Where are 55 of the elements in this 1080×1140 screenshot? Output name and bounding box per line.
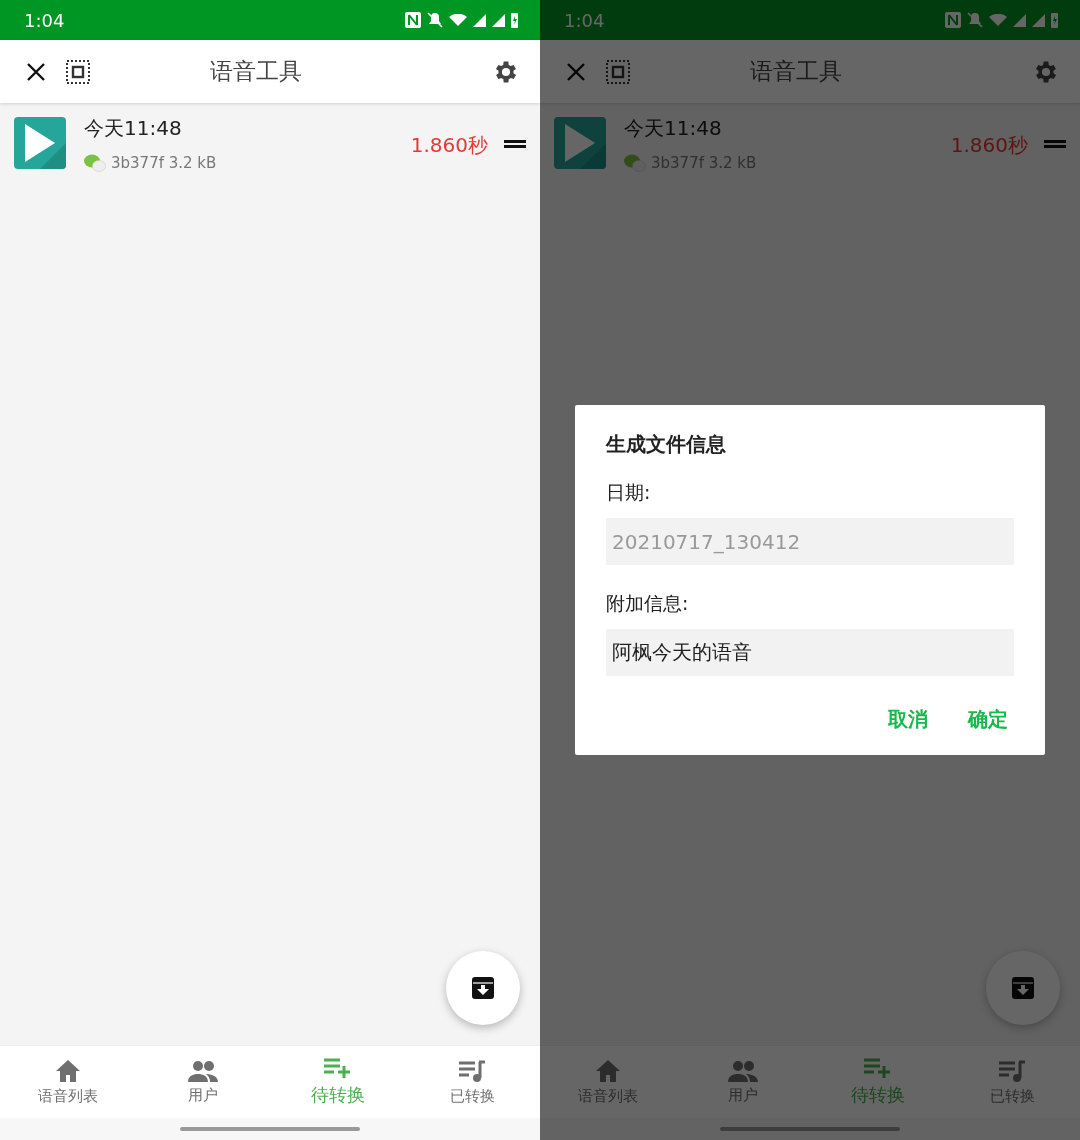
nav-tab[interactable]: 语音列表: [540, 1046, 675, 1118]
playlist-add-icon: [323, 1057, 352, 1079]
drag-handle-icon[interactable]: [1044, 139, 1066, 149]
archive-icon: [471, 976, 495, 1000]
nav-tab[interactable]: 语音列表: [0, 1046, 135, 1118]
app-title: 语音工具: [209, 57, 303, 86]
nav-tab[interactable]: 待转换: [270, 1046, 405, 1118]
nav-tab[interactable]: 用户: [135, 1046, 270, 1118]
battery-icon: [511, 12, 518, 28]
dialog-button[interactable]: 确定: [968, 706, 1008, 733]
duration: 1.860秒: [410, 132, 488, 159]
input-field[interactable]: 阿枫今天的语音: [606, 629, 1014, 676]
people-icon: [187, 1059, 218, 1082]
status-time: 1:04: [564, 9, 605, 31]
nav-tab[interactable]: 待转换: [810, 1046, 945, 1118]
archive-icon: [1011, 976, 1035, 1000]
playlist-add-icon: [863, 1057, 892, 1079]
home-icon: [594, 1058, 621, 1083]
chat-icon: [84, 154, 106, 172]
app-title: 语音工具: [749, 57, 843, 86]
wifi-icon: [989, 14, 1007, 26]
dialog-title: 生成文件信息: [606, 431, 727, 458]
playlist-music-icon: [998, 1058, 1027, 1083]
chat-icon: [624, 154, 646, 172]
status-time: 1:04: [24, 9, 65, 31]
play-icon[interactable]: [554, 117, 606, 169]
item-time: 今天11:48: [84, 115, 183, 142]
dialog-button[interactable]: 取消: [888, 706, 928, 733]
select-all-icon[interactable]: [66, 59, 90, 84]
duration: 1.860秒: [950, 132, 1028, 159]
close-icon[interactable]: [26, 61, 46, 82]
nfc-icon: [945, 12, 961, 28]
nav-tab[interactable]: 已转换: [945, 1046, 1080, 1118]
nfc-icon: [405, 12, 421, 28]
field-label: 附加信息:: [606, 591, 690, 616]
signal-icon: [473, 13, 486, 27]
battery-icon: [1051, 12, 1058, 28]
wifi-icon: [449, 14, 467, 26]
item-time: 今天11:48: [624, 115, 723, 142]
item-meta: 3b377f 3.2 kB: [111, 154, 217, 172]
voice-item[interactable]: 今天11:48 3b377f 3.2 kB 1.860秒: [0, 103, 540, 172]
drag-handle-icon[interactable]: [504, 139, 526, 149]
signal-icon: [1013, 13, 1026, 27]
nav-tab[interactable]: 已转换: [405, 1046, 540, 1118]
playlist-music-icon: [458, 1058, 487, 1083]
bell-off-icon: [967, 12, 983, 28]
archive-button[interactable]: [446, 951, 520, 1025]
bell-off-icon: [427, 12, 443, 28]
field-label: 日期:: [606, 480, 652, 505]
signal-icon: [1032, 13, 1045, 27]
people-icon: [727, 1059, 758, 1082]
play-icon[interactable]: [14, 117, 66, 169]
signal-icon: [492, 13, 505, 27]
home-icon: [54, 1058, 81, 1083]
nav-tab[interactable]: 用户: [675, 1046, 810, 1118]
